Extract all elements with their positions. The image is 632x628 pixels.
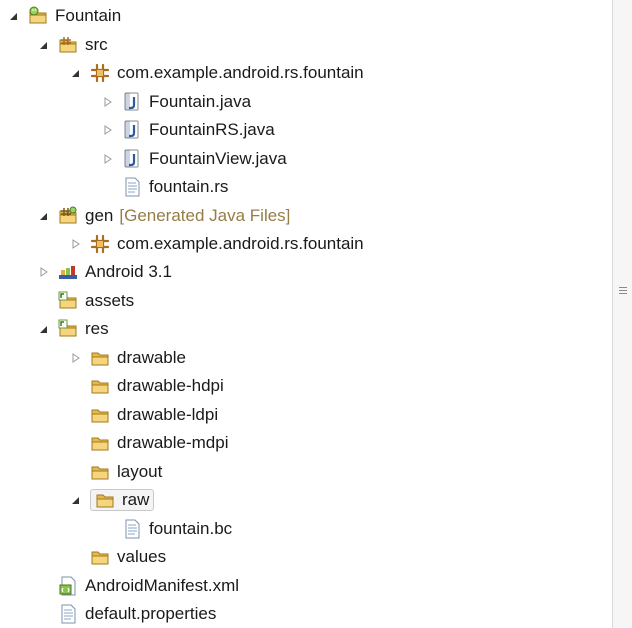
- collapsed-arrow-icon[interactable]: [100, 122, 116, 138]
- xml-file-icon: [58, 576, 78, 596]
- tree-row-res[interactable]: res: [36, 316, 109, 342]
- tree-row-android-library[interactable]: Android 3.1: [36, 259, 172, 285]
- tree-row-fountain[interactable]: Fountain: [6, 3, 121, 29]
- expanded-arrow-icon[interactable]: [36, 208, 52, 224]
- tree-row-drawable-ldpi[interactable]: drawable-ldpi: [68, 402, 218, 428]
- tree-row-src[interactable]: src: [36, 32, 108, 58]
- tree-row-fountainrs-java[interactable]: FountainRS.java: [100, 117, 275, 143]
- java-file-icon: [122, 92, 142, 112]
- expanded-arrow-icon[interactable]: [68, 65, 84, 81]
- folder-icon: [90, 547, 110, 567]
- tree-row-gen[interactable]: gen [Generated Java Files]: [36, 203, 290, 229]
- tree-row-fountain-bc[interactable]: fountain.bc: [100, 516, 232, 542]
- folder-icon: [90, 433, 110, 453]
- vertical-scrollbar[interactable]: [612, 0, 632, 628]
- folder-icon: [90, 462, 110, 482]
- resource-folder-icon: [58, 319, 78, 339]
- source-folder-icon: [58, 35, 78, 55]
- folder-icon: [90, 405, 110, 425]
- tree-row-raw[interactable]: raw: [68, 487, 155, 513]
- selected-item-box: raw: [90, 489, 155, 511]
- expanded-arrow-icon[interactable]: [68, 492, 84, 508]
- tree-row-gen-package[interactable]: com.example.android.rs.fountain: [68, 231, 364, 257]
- tree-row-fountain-rs[interactable]: fountain.rs: [100, 174, 228, 200]
- text-file-icon: [58, 604, 78, 624]
- tree-row-drawable[interactable]: drawable: [68, 345, 186, 371]
- package-icon: [90, 234, 110, 254]
- library-icon: [58, 262, 78, 282]
- expanded-arrow-icon[interactable]: [6, 8, 22, 24]
- generated-folder-icon: [58, 206, 78, 226]
- java-file-icon: [122, 149, 142, 169]
- tree-row-src-package[interactable]: com.example.android.rs.fountain: [68, 60, 364, 86]
- java-file-icon: [122, 120, 142, 140]
- text-file-icon: [122, 519, 142, 539]
- tree-row-assets[interactable]: assets: [36, 288, 134, 314]
- tree-row-values[interactable]: values: [68, 544, 166, 570]
- folder-icon: [90, 376, 110, 396]
- generated-files-decoration: [Generated Java Files]: [119, 206, 291, 225]
- collapsed-arrow-icon[interactable]: [68, 350, 84, 366]
- project-explorer-tree: Fountain src com.example.android.rs.foun…: [0, 0, 612, 628]
- expanded-arrow-icon[interactable]: [36, 321, 52, 337]
- tree-row-layout[interactable]: layout: [68, 459, 162, 485]
- text-file-icon: [122, 177, 142, 197]
- folder-icon: [90, 348, 110, 368]
- android-project-icon: [28, 6, 48, 26]
- tree-row-fountain-java[interactable]: Fountain.java: [100, 89, 251, 115]
- resource-folder-icon: [58, 291, 78, 311]
- tree-row-default-properties[interactable]: default.properties: [36, 601, 216, 627]
- folder-icon: [95, 490, 115, 510]
- scrollbar-grip-icon[interactable]: [619, 287, 627, 297]
- package-icon: [90, 63, 110, 83]
- expanded-arrow-icon[interactable]: [36, 37, 52, 53]
- collapsed-arrow-icon[interactable]: [36, 264, 52, 280]
- collapsed-arrow-icon[interactable]: [100, 94, 116, 110]
- tree-row-fountainview-java[interactable]: FountainView.java: [100, 146, 287, 172]
- tree-row-drawable-hdpi[interactable]: drawable-hdpi: [68, 373, 224, 399]
- tree-row-android-manifest[interactable]: AndroidManifest.xml: [36, 573, 239, 599]
- tree-row-drawable-mdpi[interactable]: drawable-mdpi: [68, 430, 229, 456]
- collapsed-arrow-icon[interactable]: [68, 236, 84, 252]
- collapsed-arrow-icon[interactable]: [100, 151, 116, 167]
